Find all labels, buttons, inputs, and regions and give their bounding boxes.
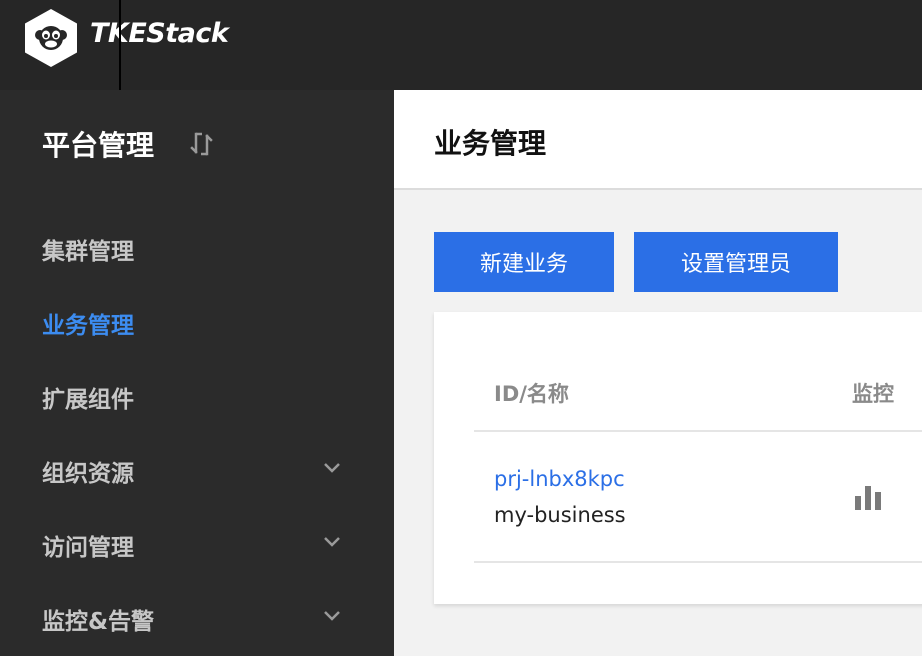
column-header-monitor: 监控: [852, 382, 894, 406]
top-bar: TKEStack: [0, 0, 922, 90]
topbar-divider: [119, 0, 121, 90]
sidebar-title: 平台管理: [42, 129, 155, 162]
sidebar-item-cluster[interactable]: 集群管理: [0, 220, 394, 276]
sidebar-item-org-resources[interactable]: 组织资源: [0, 442, 394, 498]
chevron-down-icon: [324, 611, 340, 621]
sidebar-item-label: 扩展组件: [42, 387, 134, 413]
sidebar-item-addons[interactable]: 扩展组件: [0, 368, 394, 424]
business-table: ID/名称 监控 prj-lnbx8kpc my-business: [434, 312, 922, 604]
business-id-link[interactable]: prj-lnbx8kpc: [494, 467, 625, 491]
page-title: 业务管理: [434, 127, 547, 160]
sidebar-item-label: 业务管理: [42, 313, 134, 339]
page-header: 业务管理: [394, 90, 922, 190]
chevron-down-icon: [324, 537, 340, 547]
sidebar-item-label: 监控&告警: [42, 609, 155, 635]
divider: [474, 430, 922, 432]
logo-icon[interactable]: [24, 8, 78, 68]
business-name: my-business: [494, 503, 626, 527]
sidebar-item-label: 集群管理: [42, 239, 134, 265]
bar-chart-icon[interactable]: [854, 484, 882, 510]
set-admin-button[interactable]: 设置管理员: [634, 232, 838, 292]
sidebar-item-label: 访问管理: [42, 535, 134, 561]
sidebar: 平台管理 集群管理 业务管理 扩展组件 组织资源 访问管理 监控&告警: [0, 90, 394, 656]
divider: [474, 561, 922, 563]
column-header-id-name: ID/名称: [494, 382, 569, 406]
sidebar-item-access[interactable]: 访问管理: [0, 516, 394, 572]
swap-icon[interactable]: [188, 130, 216, 158]
new-business-button[interactable]: 新建业务: [434, 232, 614, 292]
sidebar-item-label: 组织资源: [42, 461, 134, 487]
sidebar-item-monitoring[interactable]: 监控&告警: [0, 590, 394, 646]
brand-name[interactable]: TKEStack: [90, 18, 229, 49]
sidebar-item-business[interactable]: 业务管理: [0, 294, 394, 350]
chevron-down-icon: [324, 463, 340, 473]
